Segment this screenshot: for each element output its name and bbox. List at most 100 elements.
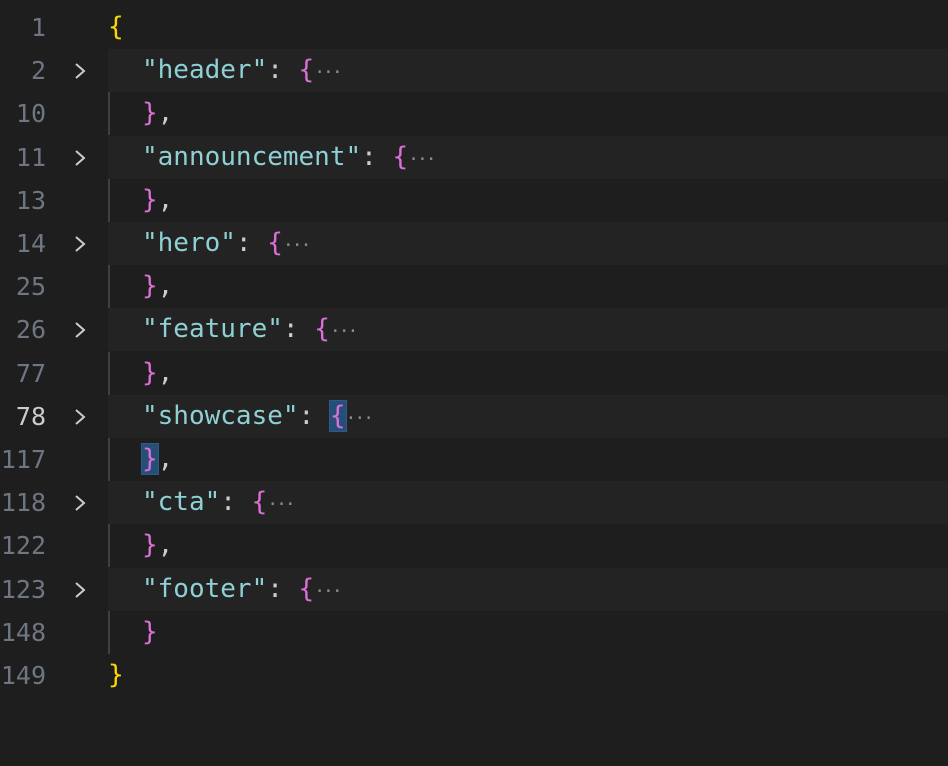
code-line[interactable]: 122},: [0, 524, 948, 568]
code-editor[interactable]: 1{2 "header": {··· 10}, 11 "announcement": {…: [0, 0, 948, 766]
comma-punctuation: ,: [157, 530, 174, 561]
code-content[interactable]: "showcase": {···: [142, 395, 374, 440]
colon-punctuation: :: [298, 400, 330, 431]
line-number: 123: [0, 574, 46, 604]
open-brace: {: [108, 12, 124, 42]
code-line[interactable]: 25},: [0, 265, 948, 309]
code-line[interactable]: 149}: [0, 654, 948, 697]
folded-ellipsis[interactable]: ···: [330, 321, 358, 342]
close-brace: }: [142, 271, 158, 302]
code-content[interactable]: },: [142, 92, 173, 135]
code-content[interactable]: },: [142, 265, 173, 308]
code-content[interactable]: "feature": {···: [142, 308, 358, 353]
indent-guide: [108, 178, 110, 222]
close-brace: }: [108, 660, 124, 690]
code-line[interactable]: 26 "feature": {···: [0, 308, 948, 353]
close-brace: }: [142, 530, 158, 561]
code-content[interactable]: },: [142, 524, 173, 567]
chevron-right-icon[interactable]: [70, 493, 90, 513]
json-key: "announcement": [142, 141, 362, 172]
comma-punctuation: ,: [157, 444, 174, 474]
code-line[interactable]: 118 "cta": {···: [0, 481, 948, 526]
code-content[interactable]: },: [142, 179, 173, 222]
line-number: 1: [30, 13, 46, 42]
chevron-right-icon[interactable]: [70, 580, 90, 600]
line-number: 14: [15, 229, 46, 258]
code-content[interactable]: },: [141, 438, 174, 481]
close-brace: }: [141, 443, 159, 475]
open-brace: {: [267, 228, 283, 258]
comma-punctuation: ,: [157, 271, 174, 302]
close-brace: }: [142, 184, 158, 215]
open-brace: {: [314, 314, 330, 345]
chevron-right-icon[interactable]: [70, 61, 90, 81]
line-number: 78: [15, 401, 46, 431]
line-number: 122: [0, 531, 46, 561]
code-line[interactable]: 10},: [0, 92, 948, 136]
line-number: 77: [15, 358, 46, 388]
colon-punctuation: :: [282, 314, 315, 345]
json-key: "feature": [142, 314, 283, 345]
comma-punctuation: ,: [157, 184, 174, 215]
json-key: "cta": [142, 487, 221, 518]
json-key: "footer": [142, 573, 268, 604]
comma-punctuation: ,: [157, 98, 174, 129]
line-number: 25: [15, 272, 46, 302]
code-content[interactable]: },: [142, 352, 173, 395]
indent-guide: [108, 524, 110, 568]
line-number: 148: [0, 617, 46, 647]
line-number: 13: [15, 185, 46, 215]
code-content[interactable]: "cta": {···: [142, 481, 296, 526]
code-line[interactable]: 14 "hero": {···: [0, 222, 948, 265]
folded-ellipsis[interactable]: ···: [408, 149, 436, 170]
json-key: "header": [142, 55, 268, 86]
code-line[interactable]: 117},: [0, 438, 948, 481]
code-line[interactable]: 1{: [0, 6, 948, 49]
code-line[interactable]: 13},: [0, 178, 948, 222]
code-line[interactable]: 2 "header": {···: [0, 49, 948, 94]
code-content[interactable]: "hero": {···: [142, 222, 311, 267]
json-key: "showcase": [142, 400, 299, 431]
folded-ellipsis[interactable]: ···: [267, 494, 295, 515]
line-number: 118: [0, 488, 46, 518]
line-number: 149: [0, 661, 46, 690]
folded-ellipsis[interactable]: ···: [283, 235, 311, 256]
line-number: 10: [15, 99, 46, 129]
code-line[interactable]: 77},: [0, 351, 948, 395]
chevron-right-icon[interactable]: [70, 320, 90, 340]
code-content[interactable]: }: [142, 611, 158, 654]
indent-guide: [108, 92, 110, 136]
code-content[interactable]: }: [108, 654, 124, 697]
chevron-right-icon[interactable]: [70, 148, 90, 168]
open-brace: {: [251, 487, 268, 518]
code-content[interactable]: "announcement": {···: [142, 136, 437, 181]
chevron-right-icon[interactable]: [70, 234, 90, 254]
chevron-right-icon[interactable]: [70, 407, 90, 427]
folded-ellipsis[interactable]: ···: [314, 581, 342, 602]
colon-punctuation: :: [267, 573, 299, 604]
comma-punctuation: ,: [157, 357, 174, 388]
indent-guide: [108, 265, 110, 309]
code-content[interactable]: {: [108, 6, 124, 49]
colon-punctuation: :: [267, 55, 299, 86]
colon-punctuation: :: [235, 228, 268, 258]
folded-ellipsis[interactable]: ···: [346, 408, 374, 429]
open-brace: {: [298, 573, 315, 604]
code-content[interactable]: "header": {···: [142, 49, 343, 94]
indent-guide: [108, 610, 110, 654]
line-number: 117: [0, 445, 46, 474]
open-brace: {: [328, 399, 347, 432]
close-brace: }: [142, 357, 158, 388]
folded-ellipsis[interactable]: ···: [314, 62, 342, 83]
close-brace: }: [142, 616, 158, 647]
open-brace: {: [392, 141, 409, 172]
close-brace: }: [142, 98, 158, 129]
code-line[interactable]: 78 "showcase": {···: [0, 394, 948, 440]
code-line[interactable]: 148}: [0, 610, 948, 654]
code-line[interactable]: 123 "footer": {···: [0, 567, 948, 613]
line-number: 2: [30, 56, 46, 86]
code-line[interactable]: 11 "announcement": {···: [0, 135, 948, 181]
code-content[interactable]: "footer": {···: [142, 568, 343, 613]
indent-guide: [108, 351, 110, 395]
json-key: "hero": [142, 228, 236, 258]
